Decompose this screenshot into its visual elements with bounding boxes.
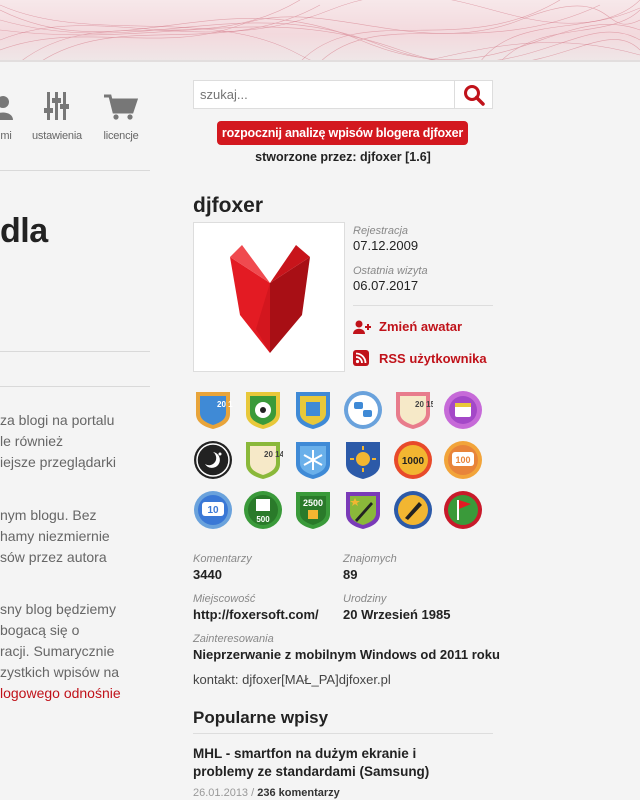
svg-text:2500: 2500: [303, 498, 323, 508]
description-paragraph: nym blogu. Bez hamy niezmiernie sów prze…: [0, 505, 150, 568]
divider: [0, 351, 150, 352]
text-line: racji. Sumarycznie: [0, 643, 115, 659]
rss-label: RSS użytkownika: [379, 350, 487, 366]
svg-text:20 15: 20 15: [415, 400, 433, 409]
search-icon: [463, 84, 485, 106]
badge-pen-star-icon[interactable]: [343, 490, 383, 530]
interests-value: Nieprzerwanie z mobilnym Windows od 2011…: [193, 647, 500, 662]
comments-value: 3440: [193, 567, 222, 582]
badge-lumia-icon[interactable]: [293, 390, 333, 430]
cart-icon: [98, 92, 144, 120]
search-button[interactable]: [454, 81, 492, 108]
popular-post-link[interactable]: MHL - smartfon na dużym ekranie i proble…: [193, 745, 433, 781]
birthday-value: 20 Wrzesień 1985: [343, 607, 451, 622]
interests-label: Zainteresowania: [193, 633, 274, 645]
text-line: le również: [0, 433, 64, 449]
friends-label: Znajomych: [343, 553, 397, 565]
text-line: hamy niezmiernie: [0, 528, 110, 544]
rss-icon: [353, 350, 371, 366]
rss-link[interactable]: RSS użytkownika: [353, 350, 487, 366]
badge-chat-icon[interactable]: [343, 390, 383, 430]
badge-2014-icon[interactable]: 20 14: [243, 440, 285, 480]
badge-500-icon[interactable]: 500: [243, 490, 283, 530]
user-icon: [0, 92, 18, 120]
comments-label: Komentarzy: [193, 553, 252, 565]
badge-night-icon[interactable]: [193, 440, 233, 480]
text-line: za blogi na portalu: [0, 412, 115, 428]
abstract-lines-decoration: [0, 0, 640, 62]
nav-item-licenses[interactable]: licencje: [98, 92, 144, 142]
text-link[interactable]: logowego odnośnie: [0, 683, 150, 704]
badge-100-icon[interactable]: 100: [443, 440, 483, 480]
nav-item-settings[interactable]: ustawienia: [30, 92, 84, 142]
post-comments-count: 236 komentarzy: [257, 787, 340, 799]
badge-2016-icon[interactable]: 20 16: [193, 390, 238, 430]
contact-text: kontakt: djfoxer[MAŁ_PA]djfoxer.pl: [193, 672, 391, 687]
city-label: Miejscowość: [193, 593, 256, 605]
search-box: [193, 80, 493, 109]
header-banner: [0, 0, 640, 62]
user-add-icon: [353, 320, 371, 334]
divider: [0, 170, 150, 171]
last-visit-value: 06.07.2017: [353, 278, 419, 293]
text-line: iejsze przeglądarki: [0, 454, 116, 470]
svg-text:1000: 1000: [402, 456, 425, 467]
nav-item-label: mi: [0, 130, 12, 142]
post-meta: 26.01.2013 / 236 komentarzy: [193, 787, 340, 799]
badge-flag-icon[interactable]: [443, 490, 483, 530]
nav-item-label: licencje: [103, 130, 139, 142]
svg-text:20 16: 20 16: [217, 400, 233, 409]
svg-text:500: 500: [256, 515, 270, 524]
registration-value: 07.12.2009: [353, 238, 419, 253]
badge-pen-icon[interactable]: [393, 490, 433, 530]
text-line: nym blogu. Bez: [0, 507, 97, 523]
badge-2015-icon[interactable]: 20 15: [393, 390, 436, 430]
post-date: 26.01.2013: [193, 787, 249, 799]
post-meta-separator: /: [248, 787, 258, 799]
page-title: dla: [0, 212, 48, 250]
text-line: zystkich wpisów na: [0, 664, 120, 680]
divider: [353, 305, 493, 306]
description-paragraph: sny blog będziemy bogacą się o racji. Su…: [0, 599, 150, 704]
svg-text:10: 10: [207, 505, 219, 516]
text-line: bogacą się o: [0, 622, 80, 638]
username-heading: djfoxer: [193, 194, 264, 217]
registration-label: Rejestracja: [353, 225, 409, 237]
badge-2500-icon[interactable]: 2500: [293, 490, 333, 530]
search-input[interactable]: [194, 81, 454, 108]
city-value: http://foxersoft.com/: [193, 607, 319, 622]
fox-logo-icon: [230, 245, 310, 353]
badge-football-icon[interactable]: [243, 390, 283, 430]
popular-posts-heading: Popularne wpisy: [193, 708, 329, 727]
analyze-posts-button[interactable]: rozpocznij analizę wpisów blogera djfoxe…: [217, 121, 468, 145]
text-line: sów przez autora: [0, 549, 107, 565]
sliders-icon: [30, 92, 84, 120]
divider: [193, 733, 493, 734]
divider: [0, 386, 150, 387]
avatar: [193, 222, 345, 372]
change-avatar-label: Zmień awatar: [379, 319, 463, 334]
svg-text:100: 100: [455, 455, 470, 465]
badge-sun-icon[interactable]: [343, 440, 383, 480]
last-visit-label: Ostatnia wizyta: [353, 265, 428, 277]
created-by-text: stworzone przez: djfoxer [1.6]: [255, 150, 431, 164]
change-avatar-link[interactable]: Zmień awatar: [353, 319, 462, 334]
nav-item-label: ustawienia: [32, 130, 82, 142]
badge-1000-icon[interactable]: 1000: [393, 440, 433, 480]
nav-item-users[interactable]: mi: [0, 92, 18, 142]
text-line: sny blog będziemy: [0, 601, 116, 617]
badge-10-icon[interactable]: 10: [193, 490, 233, 530]
svg-text:20 14: 20 14: [264, 450, 283, 459]
badge-calendar-icon[interactable]: [443, 390, 483, 430]
description-paragraph: za blogi na portalu le również iejsze pr…: [0, 410, 150, 473]
badge-snowflake-icon[interactable]: [293, 440, 333, 480]
friends-value: 89: [343, 567, 358, 582]
birthday-label: Urodziny: [343, 593, 387, 605]
